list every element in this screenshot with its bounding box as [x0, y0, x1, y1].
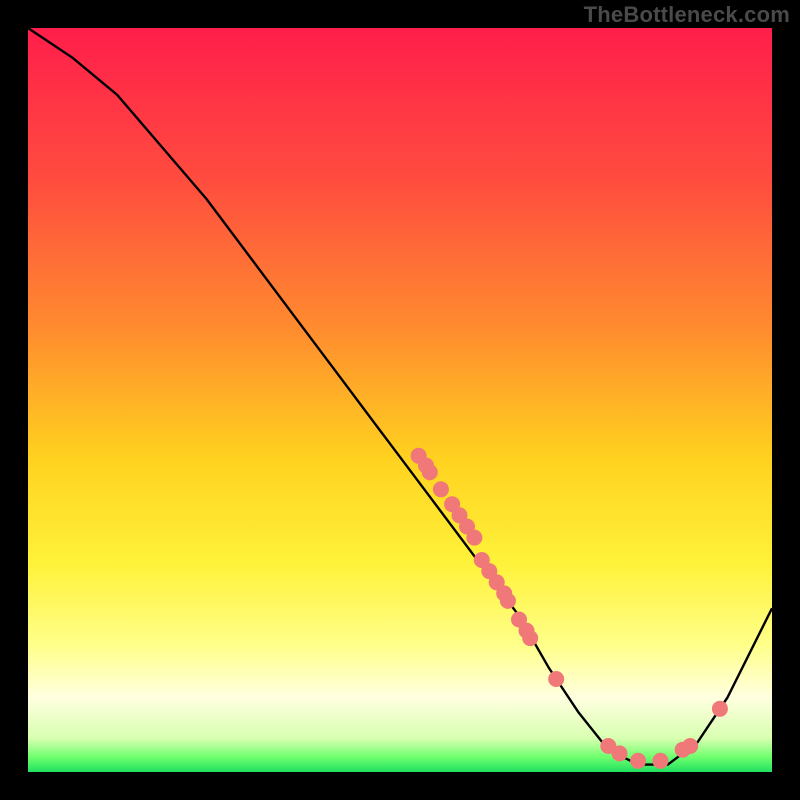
plot-background: [28, 28, 772, 772]
bottleneck-chart: [0, 0, 800, 800]
data-point: [612, 745, 628, 761]
chart-frame: { "watermark": "TheBottleneck.com", "plo…: [0, 0, 800, 800]
data-point: [712, 701, 728, 717]
data-point: [433, 481, 449, 497]
data-point: [466, 530, 482, 546]
data-point: [630, 753, 646, 769]
data-point: [500, 593, 516, 609]
data-point: [682, 738, 698, 754]
data-point: [652, 753, 668, 769]
data-point: [548, 671, 564, 687]
data-point: [422, 464, 438, 480]
data-point: [522, 630, 538, 646]
